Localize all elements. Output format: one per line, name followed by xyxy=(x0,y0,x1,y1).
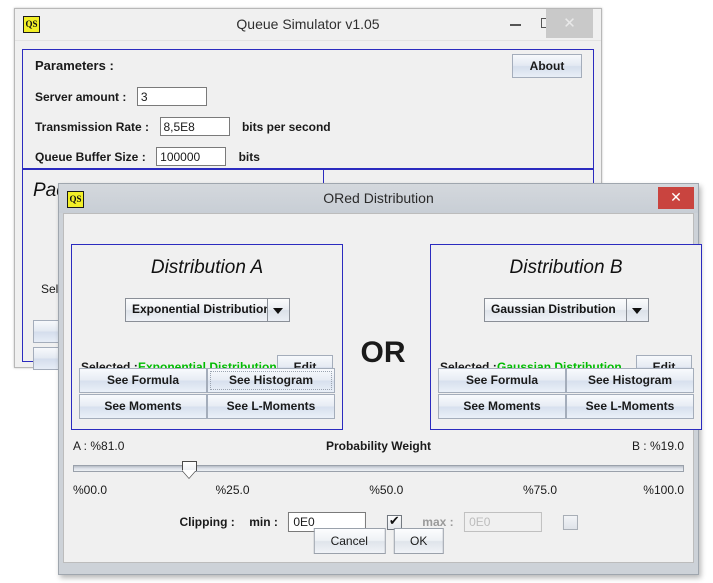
button-label: See Formula xyxy=(106,373,180,387)
clipping-label: Clipping : xyxy=(179,515,235,529)
clipping-min-label: min : xyxy=(249,515,278,529)
param-row-server-amount: Server amount : 3 xyxy=(35,87,207,107)
queue-buffer-size-label: Queue Buffer Size : xyxy=(35,149,146,164)
about-button[interactable]: About xyxy=(512,54,582,78)
distribution-b-see-histogram-button[interactable]: See Histogram xyxy=(566,368,694,393)
probability-weight-title: Probability Weight xyxy=(325,439,432,453)
distribution-a-button-grid: See Formula See Histogram See Moments Se… xyxy=(79,368,335,421)
distribution-b-panel: Distribution B Gaussian Distribution Sel… xyxy=(430,244,702,430)
parameters-panel: Parameters : About Server amount : 3 Tra… xyxy=(22,49,594,169)
distribution-a-select-value: Exponential Distribution xyxy=(132,302,271,316)
distribution-b-see-l-moments-button[interactable]: See L-Moments xyxy=(566,394,694,419)
distribution-b-select[interactable]: Gaussian Distribution xyxy=(484,298,649,322)
server-amount-input[interactable]: 3 xyxy=(136,87,207,106)
button-label: See Histogram xyxy=(587,373,673,387)
slider-tick-50: %50.0 xyxy=(369,483,404,497)
packet-selected-label: Sel xyxy=(41,282,59,296)
chevron-down-icon[interactable] xyxy=(626,299,648,321)
clipping-max-label: max : xyxy=(422,515,454,529)
distribution-b-see-formula-button[interactable]: See Formula xyxy=(438,368,566,393)
transmission-rate-label: Transmission Rate : xyxy=(35,119,150,134)
button-label: See Moments xyxy=(104,399,182,413)
distribution-a-select[interactable]: Exponential Distribution xyxy=(125,298,290,322)
slider-tick-25: %25.0 xyxy=(215,483,250,497)
transmission-rate-input[interactable]: 8,5E8 xyxy=(159,117,230,136)
transmission-rate-unit: bits per second xyxy=(241,119,331,134)
server-amount-label: Server amount : xyxy=(35,89,127,104)
or-separator-label: OR xyxy=(360,336,406,369)
button-label: See L-Moments xyxy=(585,399,675,413)
ok-button[interactable]: OK xyxy=(393,528,444,554)
weight-b-label: B : %19.0 xyxy=(631,439,684,453)
distribution-b-select-value: Gaussian Distribution xyxy=(491,302,616,316)
parameters-title: Parameters : xyxy=(35,58,114,73)
close-icon: ✕ xyxy=(670,189,682,205)
distribution-a-panel: Distribution A Exponential Distribution … xyxy=(71,244,343,430)
button-label: See L-Moments xyxy=(226,399,316,413)
slider-tick-100: %100.0 xyxy=(643,483,684,497)
dialog-footer: Cancel OK xyxy=(64,528,693,556)
minimize-button[interactable] xyxy=(500,9,531,38)
screenshot-root: QS Queue Simulator v1.05 ✕ Parameters : … xyxy=(0,0,713,583)
close-button[interactable]: ✕ xyxy=(546,9,593,38)
distribution-b-button-grid: See Formula See Histogram See Moments Se… xyxy=(438,368,694,421)
main-window-titlebar[interactable]: QS Queue Simulator v1.05 ✕ xyxy=(15,9,601,41)
distribution-a-see-histogram-button[interactable]: See Histogram xyxy=(207,368,335,393)
distribution-a-see-moments-button[interactable]: See Moments xyxy=(79,394,207,419)
focus-indicator xyxy=(210,371,332,390)
slider-tick-75: %75.0 xyxy=(523,483,558,497)
distribution-b-heading: Distribution B xyxy=(509,257,623,278)
dialog-titlebar[interactable]: QS ORed Distribution ✕ xyxy=(59,184,698,213)
dialog-title: ORed Distribution xyxy=(323,190,434,206)
dialog-close-button[interactable]: ✕ xyxy=(658,187,694,209)
distribution-a-see-l-moments-button[interactable]: See L-Moments xyxy=(207,394,335,419)
minimize-icon xyxy=(500,9,531,38)
button-label: See Moments xyxy=(463,399,541,413)
distribution-a-heading: Distribution A xyxy=(150,257,264,278)
param-row-transmission-rate: Transmission Rate : 8,5E8 bits per secon… xyxy=(35,117,331,137)
distribution-b-see-moments-button[interactable]: See Moments xyxy=(438,394,566,419)
queue-buffer-size-unit: bits xyxy=(238,149,260,164)
slider-thumb[interactable] xyxy=(182,461,198,478)
button-label: See Formula xyxy=(465,373,539,387)
close-icon: ✕ xyxy=(563,15,576,32)
probability-weight-section: A : %81.0 Probability Weight B : %19.0 %… xyxy=(71,439,686,505)
param-row-queue-buffer-size: Queue Buffer Size : 100000 bits xyxy=(35,147,260,167)
ored-distribution-dialog: QS ORed Distribution ✕ Distribution A Ex… xyxy=(58,183,702,575)
slider-tick-0: %00.0 xyxy=(73,483,108,497)
chevron-down-icon[interactable] xyxy=(267,299,289,321)
distribution-a-see-formula-button[interactable]: See Formula xyxy=(79,368,207,393)
dialog-content: Distribution A Exponential Distribution … xyxy=(63,213,702,563)
cancel-button[interactable]: Cancel xyxy=(313,528,386,554)
queue-buffer-size-input[interactable]: 100000 xyxy=(156,147,227,166)
slider-track[interactable] xyxy=(73,465,684,472)
probability-weight-slider[interactable] xyxy=(73,461,684,479)
